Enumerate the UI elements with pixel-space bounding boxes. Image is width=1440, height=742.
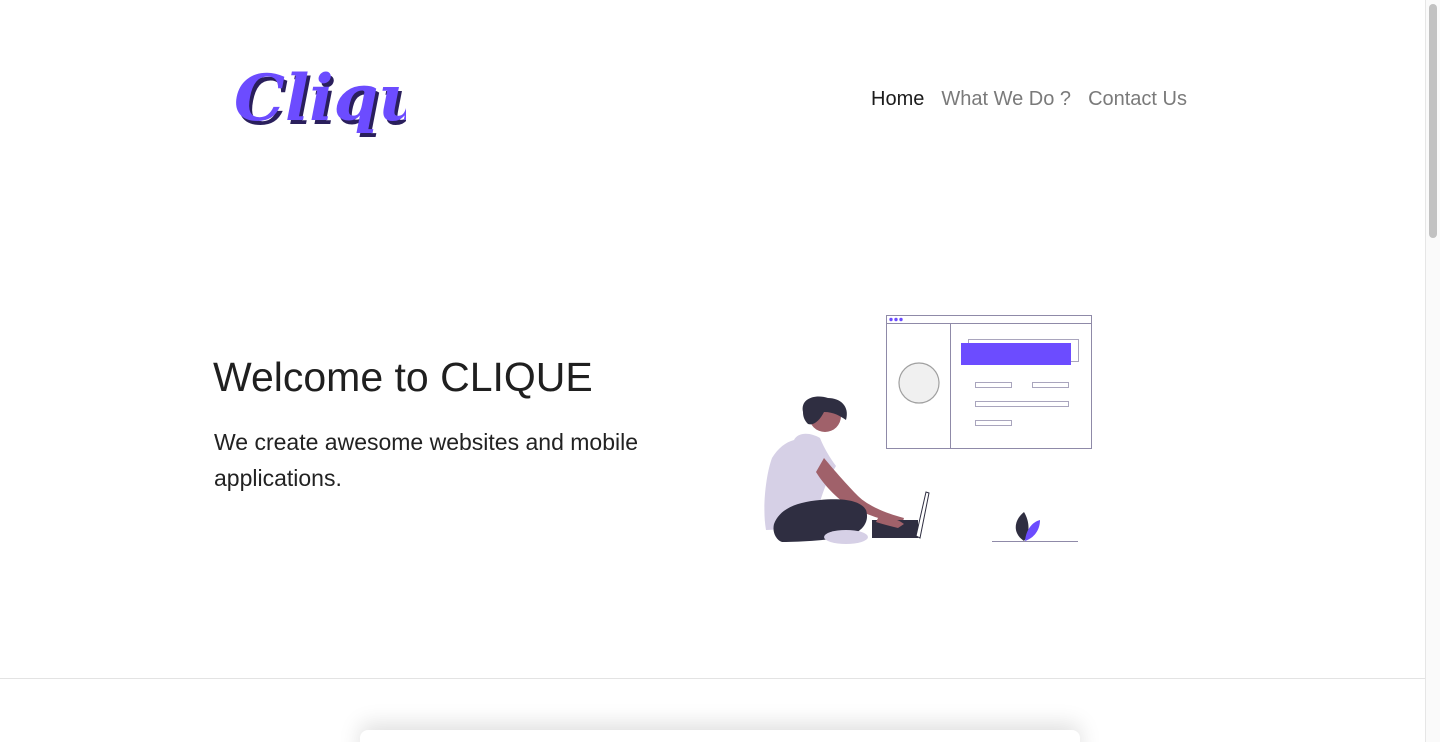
main-nav: Home What We Do ? Contact Us: [871, 86, 1187, 112]
browser-window-graphic: [886, 315, 1092, 449]
next-section-card: [360, 730, 1080, 742]
hero-illustration: [758, 308, 1098, 553]
nav-contact-us-link[interactable]: Contact Us: [1088, 86, 1187, 112]
hero-title: Welcome to CLIQUE: [213, 354, 593, 400]
section-divider: [0, 678, 1425, 679]
browser-viewport: Clique Clique Home What We Do ? Contact …: [0, 0, 1440, 742]
clique-logo-icon: Clique Clique: [234, 61, 406, 140]
hero-subtitle: We create awesome websites and mobile ap…: [214, 429, 639, 491]
plant-graphic: [992, 512, 1078, 542]
nav-home-link[interactable]: Home: [871, 86, 924, 112]
vertical-scrollbar[interactable]: [1425, 0, 1440, 742]
scrollbar-thumb[interactable]: [1429, 4, 1437, 238]
nav-what-we-do-link[interactable]: What We Do ?: [941, 86, 1071, 112]
logo-text: Clique: [234, 61, 406, 136]
page: Clique Clique Home What We Do ? Contact …: [0, 0, 1425, 742]
person-with-laptop-illustration-icon: [764, 315, 1092, 544]
brand-logo[interactable]: Clique Clique: [226, 48, 406, 148]
